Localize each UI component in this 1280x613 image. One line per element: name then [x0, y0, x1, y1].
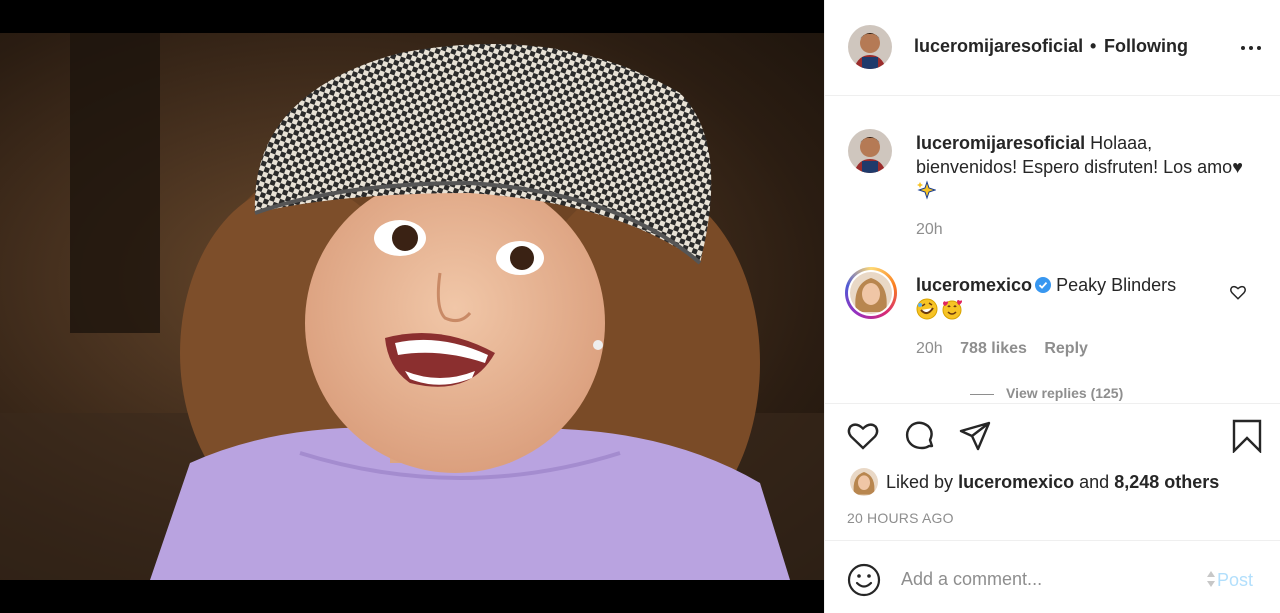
liked-by-user[interactable]: luceromexico	[958, 472, 1074, 492]
like-icon[interactable]	[846, 419, 880, 453]
liked-by-prefix: Liked by	[886, 472, 954, 492]
post-actions: Liked by luceromexico and 8,248 others 2…	[825, 403, 1280, 540]
comment-icon[interactable]	[903, 419, 937, 453]
add-comment-section: Post	[825, 540, 1280, 613]
emoji-picker-icon[interactable]	[847, 563, 881, 597]
liked-by-connector: and	[1079, 472, 1110, 492]
rolling-laughing-emoji-icon	[916, 298, 938, 320]
liked-by-text: Liked by luceromexico and 8,248 others	[886, 472, 1219, 493]
comments-list[interactable]: luceromijaresoficial Holaaa, bienvenidos…	[825, 97, 1280, 402]
commenter-avatar[interactable]	[850, 272, 892, 314]
resize-arrows-icon	[1207, 571, 1215, 587]
comment-time[interactable]: 20h	[916, 340, 943, 357]
caption-time[interactable]: 20h	[916, 221, 943, 239]
likes-count[interactable]: 8,248 others	[1114, 472, 1219, 492]
author-username[interactable]: luceromijaresoficial	[914, 36, 1083, 57]
post-media	[0, 0, 824, 613]
comment-username[interactable]: luceromexico	[916, 275, 1032, 295]
view-replies-label: View replies (125)	[1006, 385, 1124, 401]
comment-text: Peaky Blinders	[1056, 275, 1177, 295]
black-heart-icon: ♥	[1232, 157, 1243, 177]
comment-likes[interactable]: 788 likes	[960, 340, 1027, 357]
comment-input[interactable]	[901, 565, 1201, 593]
comment: luceromexico Peaky Blinders	[916, 273, 1226, 321]
more-options-icon[interactable]	[1239, 36, 1263, 60]
like-comment-icon[interactable]	[1229, 283, 1247, 301]
post-button[interactable]: Post	[1217, 570, 1253, 591]
sparkles-icon	[917, 180, 937, 200]
photo-illustration	[0, 33, 824, 580]
post-sidebar: luceromijaresoficial • Following lucerom…	[824, 0, 1280, 613]
post-header: luceromijaresoficial • Following	[825, 0, 1280, 96]
post-photo[interactable]	[0, 33, 824, 580]
share-icon[interactable]	[958, 419, 992, 453]
following-button[interactable]: Following	[1104, 36, 1188, 57]
reply-button[interactable]: Reply	[1044, 340, 1088, 357]
caption-username[interactable]: luceromijaresoficial	[916, 133, 1085, 153]
separator-dot: •	[1090, 36, 1097, 56]
caption-avatar[interactable]	[848, 129, 892, 173]
caption: luceromijaresoficial Holaaa, bienvenidos…	[916, 131, 1246, 203]
comment-meta: 20h 788 likes Reply	[916, 340, 1101, 358]
smiling-hearts-emoji-icon	[942, 300, 962, 320]
author-avatar[interactable]	[848, 25, 892, 69]
view-replies-button[interactable]: View replies (125)	[970, 385, 1123, 401]
liked-by-avatar[interactable]	[850, 468, 878, 496]
save-icon[interactable]	[1230, 419, 1264, 453]
verified-icon	[1035, 277, 1052, 293]
post-timestamp[interactable]: 20 HOURS AGO	[847, 510, 954, 526]
